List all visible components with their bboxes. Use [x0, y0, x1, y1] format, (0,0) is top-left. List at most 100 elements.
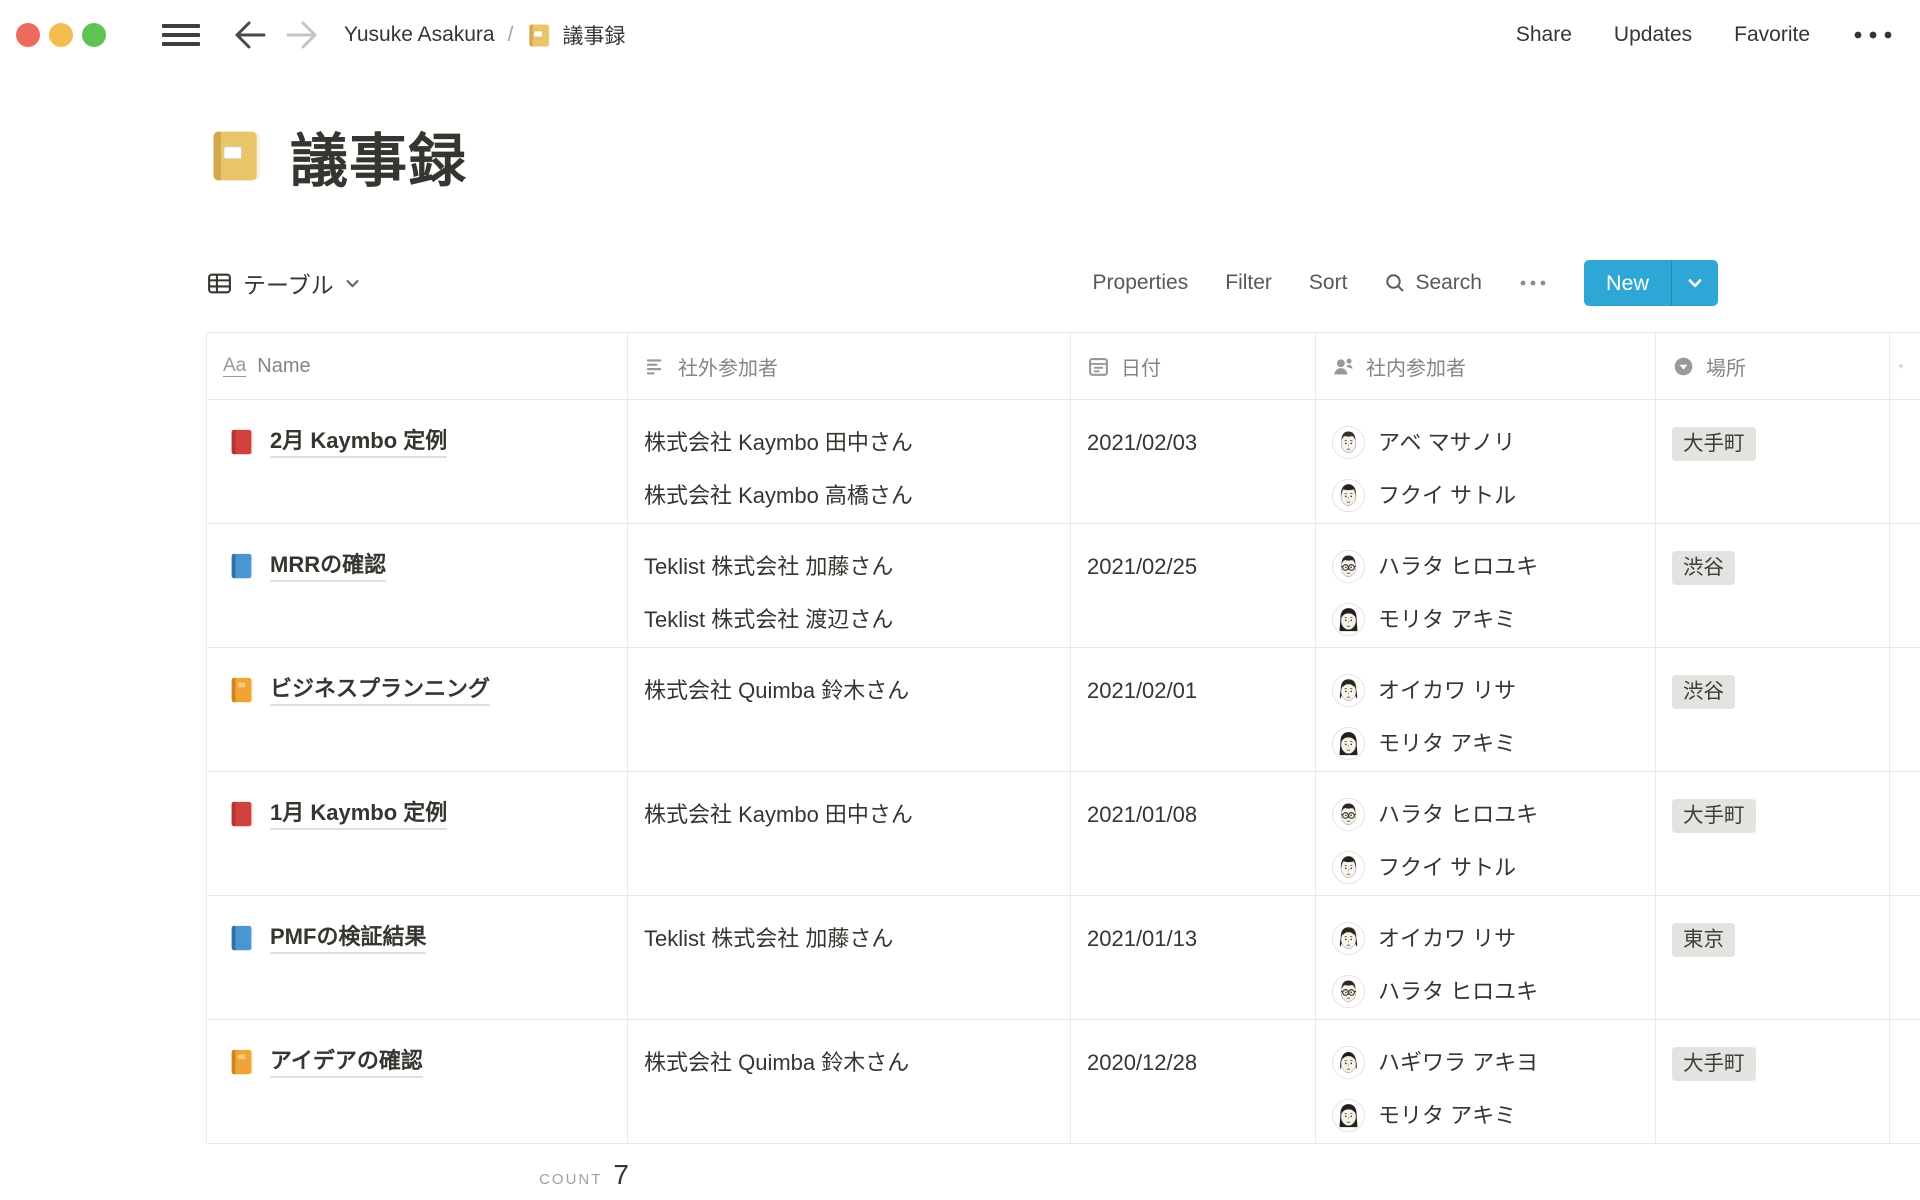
person-chip[interactable]: オイカワ リサ — [1332, 674, 1639, 707]
cell-external-participants[interactable]: 株式会社 Quimba 鈴木さん — [628, 1020, 1071, 1143]
cell-name[interactable]: アイデアの確認 — [206, 1020, 628, 1143]
page-link[interactable]: ビジネスプランニング — [270, 674, 490, 706]
nav-forward-icon[interactable] — [286, 20, 320, 50]
table-row: 1月 Kaymbo 定例 株式会社 Kaymbo 田中さん 2021/01/08… — [206, 772, 1920, 896]
cell-external-participants[interactable]: Teklist 株式会社 加藤さん Teklist 株式会社 渡辺さん — [628, 524, 1071, 647]
breadcrumb-current-page[interactable]: 議事録 — [526, 20, 625, 50]
cell-date[interactable]: 2021/01/13 — [1071, 896, 1316, 1019]
location-tag[interactable]: 東京 — [1672, 923, 1735, 957]
search-button[interactable]: Search — [1384, 271, 1482, 295]
person-chip[interactable]: モリタ アキミ — [1332, 1099, 1639, 1132]
cell-location[interactable]: 大手町 — [1656, 772, 1890, 895]
sort-button[interactable]: Sort — [1309, 271, 1348, 295]
column-header-external-participants[interactable]: 社外参加者 — [628, 333, 1071, 399]
avatar — [1332, 479, 1365, 512]
page-link[interactable]: 2月 Kaymbo 定例 — [270, 426, 447, 458]
cell-location[interactable]: 渋谷 — [1656, 648, 1890, 771]
person-chip[interactable]: モリタ アキミ — [1332, 727, 1639, 760]
cell-external-participants[interactable]: 株式会社 Kaymbo 田中さん 株式会社 Kaymbo 高橋さん — [628, 400, 1071, 523]
table-row: アイデアの確認 株式会社 Quimba 鈴木さん 2020/12/28 ハギワラ… — [206, 1020, 1920, 1144]
page-link[interactable]: 1月 Kaymbo 定例 — [270, 798, 447, 830]
page-link[interactable]: アイデアの確認 — [270, 1046, 423, 1078]
cell-external-participants[interactable]: Teklist 株式会社 加藤さん — [628, 896, 1071, 1019]
cell-internal-participants[interactable]: ハラタ ヒロユキ フクイ サトル — [1316, 772, 1656, 895]
cell-empty — [1890, 772, 1920, 895]
more-options-icon[interactable] — [1852, 30, 1894, 40]
cell-internal-participants[interactable]: オイカワ リサ ハラタ ヒロユキ — [1316, 896, 1656, 1019]
view-more-options-icon[interactable] — [1519, 279, 1547, 287]
database-table: Aa Name 社外参加者 日付 社内参加者 場所 2月 Kaymbo 定例 — [206, 332, 1920, 1144]
cell-date[interactable]: 2021/02/01 — [1071, 648, 1316, 771]
favorite-button[interactable]: Favorite — [1734, 23, 1810, 47]
new-split-button: New — [1584, 260, 1718, 306]
cell-date[interactable]: 2021/02/25 — [1071, 524, 1316, 647]
avatar — [1332, 851, 1365, 884]
cell-location[interactable]: 渋谷 — [1656, 524, 1890, 647]
person-chip[interactable]: オイカワ リサ — [1332, 922, 1639, 955]
cell-date[interactable]: 2020/12/28 — [1071, 1020, 1316, 1143]
cell-location[interactable]: 大手町 — [1656, 1020, 1890, 1143]
cell-internal-participants[interactable]: アベ マサノリ フクイ サトル — [1316, 400, 1656, 523]
cell-name[interactable]: 1月 Kaymbo 定例 — [206, 772, 628, 895]
table-row: 2月 Kaymbo 定例 株式会社 Kaymbo 田中さん 株式会社 Kaymb… — [206, 400, 1920, 524]
avatar — [1332, 674, 1365, 707]
page-title[interactable]: 議事録 — [290, 114, 467, 198]
column-header-name[interactable]: Aa Name — [206, 333, 628, 399]
person-chip[interactable]: フクイ サトル — [1332, 851, 1639, 884]
chevron-down-icon — [344, 275, 361, 292]
cell-external-participants[interactable]: 株式会社 Quimba 鈴木さん — [628, 648, 1071, 771]
properties-button[interactable]: Properties — [1093, 271, 1189, 295]
cell-name[interactable]: PMFの検証結果 — [206, 896, 628, 1019]
cell-internal-participants[interactable]: ハギワラ アキヨ モリタ アキミ — [1316, 1020, 1656, 1143]
location-tag[interactable]: 大手町 — [1672, 799, 1756, 833]
nav-back-icon[interactable] — [232, 20, 266, 50]
database-toolbar: テーブル Properties Filter Sort Search New — [206, 258, 1718, 308]
cell-name[interactable]: 2月 Kaymbo 定例 — [206, 400, 628, 523]
window-zoom-button[interactable] — [82, 23, 106, 47]
person-chip[interactable]: ハラタ ヒロユキ — [1332, 550, 1639, 583]
location-tag[interactable]: 大手町 — [1672, 1047, 1756, 1081]
location-tag[interactable]: 渋谷 — [1672, 675, 1735, 709]
page-link[interactable]: MRRの確認 — [270, 550, 386, 582]
cell-internal-participants[interactable]: ハラタ ヒロユキ モリタ アキミ — [1316, 524, 1656, 647]
page-icon-notebook[interactable] — [206, 126, 266, 186]
view-switcher-table[interactable]: テーブル — [206, 266, 361, 300]
cell-date[interactable]: 2021/01/08 — [1071, 772, 1316, 895]
cell-name[interactable]: ビジネスプランニング — [206, 648, 628, 771]
share-button[interactable]: Share — [1516, 23, 1572, 47]
breadcrumb: Yusuke Asakura / 議事録 — [344, 20, 625, 50]
page-link[interactable]: PMFの検証結果 — [270, 922, 426, 954]
person-chip[interactable]: ハギワラ アキヨ — [1332, 1046, 1639, 1079]
person-chip[interactable]: フクイ サトル — [1332, 479, 1639, 512]
person-chip[interactable]: ハラタ ヒロユキ — [1332, 798, 1639, 831]
updates-button[interactable]: Updates — [1614, 23, 1692, 47]
cell-external-participants[interactable]: 株式会社 Kaymbo 田中さん — [628, 772, 1071, 895]
sidebar-menu-icon[interactable] — [162, 21, 200, 49]
person-chip[interactable]: アベ マサノリ — [1332, 426, 1639, 459]
cell-location[interactable]: 東京 — [1656, 896, 1890, 1019]
cell-empty — [1890, 896, 1920, 1019]
new-button-chevron[interactable] — [1672, 260, 1718, 306]
breadcrumb-workspace[interactable]: Yusuke Asakura — [344, 23, 495, 47]
new-button[interactable]: New — [1584, 260, 1671, 306]
search-icon — [1384, 272, 1406, 294]
page-header: 議事録 — [206, 114, 1920, 198]
cell-date[interactable]: 2021/02/03 — [1071, 400, 1316, 523]
add-column-button[interactable] — [1890, 333, 1920, 399]
avatar — [1332, 550, 1365, 583]
person-chip[interactable]: ハラタ ヒロユキ — [1332, 975, 1639, 1008]
column-header-location[interactable]: 場所 — [1656, 333, 1890, 399]
window-close-button[interactable] — [16, 23, 40, 47]
window-minimize-button[interactable] — [49, 23, 73, 47]
location-tag[interactable]: 大手町 — [1672, 427, 1756, 461]
person-property-icon — [1332, 355, 1355, 378]
person-chip[interactable]: モリタ アキミ — [1332, 603, 1639, 636]
filter-button[interactable]: Filter — [1225, 271, 1272, 295]
column-calculation-count[interactable]: COUNT 7 — [206, 1144, 649, 1191]
cell-location[interactable]: 大手町 — [1656, 400, 1890, 523]
cell-internal-participants[interactable]: オイカワ リサ モリタ アキミ — [1316, 648, 1656, 771]
cell-name[interactable]: MRRの確認 — [206, 524, 628, 647]
location-tag[interactable]: 渋谷 — [1672, 551, 1735, 585]
column-header-date[interactable]: 日付 — [1071, 333, 1316, 399]
column-header-internal-participants[interactable]: 社内参加者 — [1316, 333, 1656, 399]
